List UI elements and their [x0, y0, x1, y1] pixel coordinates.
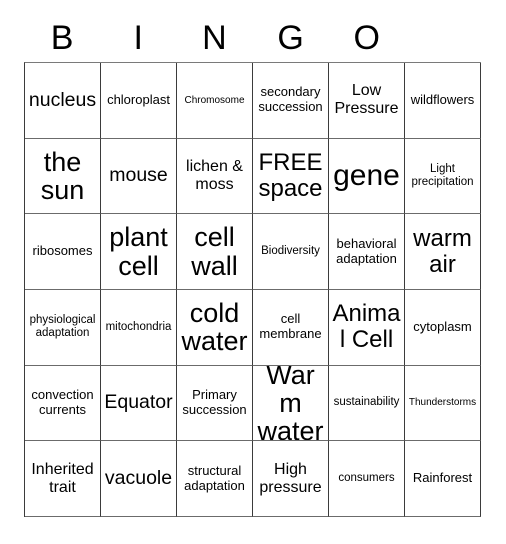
header-letter-n: N — [202, 19, 227, 57]
bingo-cell-label: structural adaptation — [184, 462, 245, 493]
bingo-cell-label: cold water — [181, 298, 248, 357]
bingo-cell-label: consumers — [338, 472, 395, 485]
bingo-cell-label: Chromosome — [184, 94, 245, 106]
bingo-cell[interactable]: Primary succession — [177, 365, 253, 442]
bingo-cell-label: convection currents — [31, 387, 94, 418]
bingo-cell-label: Biodiversity — [261, 245, 320, 258]
bingo-header-letters: B I N G O — [24, 14, 481, 62]
bingo-cell[interactable]: physiological adaptation — [25, 290, 101, 366]
bingo-cell-label: cell wall — [191, 222, 238, 281]
bingo-cell-label: vacuole — [104, 466, 173, 489]
bingo-cell-label: ribosomes — [32, 243, 93, 259]
bingo-cell-label: Thunderstorms — [408, 397, 477, 409]
bingo-cell[interactable]: cell wall — [177, 214, 253, 291]
bingo-cell-label: Low Pressure — [334, 82, 399, 118]
bingo-cell[interactable]: convection currents — [25, 365, 101, 442]
bingo-cell[interactable]: consumers — [329, 441, 405, 518]
bingo-cell[interactable]: Rainforest — [405, 441, 481, 518]
bingo-cell[interactable]: sustainability — [329, 365, 405, 442]
bingo-cell-label: chloroplast — [107, 91, 170, 107]
bingo-cell[interactable]: Equator — [101, 365, 177, 442]
bingo-cell[interactable]: Inherited trait — [25, 441, 101, 518]
bingo-cell-label: wildflowers — [410, 91, 475, 107]
bingo-cell-label: lichen & moss — [186, 158, 243, 193]
header-letter-i: I — [133, 19, 143, 57]
bingo-grid: nucleus chloroplast Chromosome secondary su… — [24, 62, 481, 518]
bingo-cell[interactable]: the sun — [25, 138, 101, 215]
bingo-cell[interactable]: High pressure — [253, 441, 329, 518]
bingo-cell-label: Rainforest — [412, 470, 473, 486]
bingo-cell[interactable]: lichen & moss — [177, 138, 253, 215]
bingo-cell[interactable]: Animal Cell — [329, 290, 405, 366]
bingo-row: Inherited trait vacuole structural adaptat… — [25, 441, 481, 518]
bingo-cell-label: cell membrane — [259, 311, 322, 342]
bingo-cell-label: mitochondria — [105, 320, 172, 333]
bingo-cell-label: the sun — [40, 146, 85, 205]
bingo-cell-label: mouse — [109, 164, 168, 187]
bingo-cell-label: cytoplasm — [413, 318, 472, 334]
bingo-cell[interactable]: secondary succession — [253, 63, 329, 139]
bingo-cell[interactable]: Light precipitation — [405, 138, 481, 215]
bingo-cell[interactable]: nucleus — [25, 63, 101, 139]
bingo-row: convection currents Equator Primary succes… — [25, 365, 481, 442]
bingo-cell[interactable]: cold water — [177, 290, 253, 366]
bingo-cell[interactable]: mouse — [101, 138, 177, 215]
bingo-cell-label: sustainability — [333, 396, 400, 409]
bingo-free-space-cell[interactable]: FREE space — [253, 138, 329, 215]
bingo-card: B I N G O nucleus chloroplast Chromosome se… — [0, 0, 506, 544]
bingo-cell-label: behavioral adaptation — [336, 235, 397, 266]
bingo-cell-label: secondary succession — [258, 84, 323, 115]
bingo-cell[interactable]: structural adaptation — [177, 441, 253, 518]
bingo-cell[interactable]: chloroplast — [101, 63, 177, 139]
bingo-cell[interactable]: plant cell — [101, 214, 177, 291]
bingo-cell[interactable]: cell membrane — [253, 290, 329, 366]
bingo-cell[interactable]: vacuole — [101, 441, 177, 518]
bingo-cell-label: plant cell — [109, 222, 168, 281]
bingo-cell-label: physiological adaptation — [29, 314, 96, 340]
bingo-cell-label: High pressure — [259, 460, 322, 496]
bingo-cell[interactable]: Warm water — [253, 365, 329, 442]
bingo-cell[interactable]: Chromosome — [177, 63, 253, 139]
bingo-cell-label: gene — [333, 158, 400, 192]
header-letter-g: G — [277, 19, 304, 57]
header-letter-o: O — [353, 19, 380, 57]
header-letter-b: B — [50, 19, 74, 57]
bingo-cell-label: FREE space — [258, 149, 323, 202]
bingo-cell[interactable]: ribosomes — [25, 214, 101, 291]
bingo-cell[interactable]: Biodiversity — [253, 214, 329, 291]
bingo-cell[interactable]: cytoplasm — [405, 290, 481, 366]
bingo-cell[interactable]: mitochondria — [101, 290, 177, 366]
bingo-cell-label: Warm water — [257, 365, 324, 442]
bingo-cell-label: Primary succession — [182, 387, 247, 418]
bingo-cell-label: Light precipitation — [411, 162, 474, 188]
bingo-cell-label: Animal Cell — [332, 300, 401, 354]
bingo-cell[interactable]: Low Pressure — [329, 63, 405, 139]
bingo-cell-label: Inherited trait — [31, 460, 94, 496]
bingo-row: the sun mouse lichen & moss FREE space gene L… — [25, 138, 481, 215]
bingo-cell[interactable]: warm air — [405, 214, 481, 291]
bingo-cell[interactable]: gene — [329, 138, 405, 215]
bingo-row: ribosomes plant cell cell wall Biodiversity… — [25, 214, 481, 291]
bingo-cell-label: warm air — [413, 224, 472, 278]
bingo-cell-label: nucleus — [28, 88, 97, 111]
bingo-row: nucleus chloroplast Chromosome secondary su… — [25, 63, 481, 139]
bingo-cell[interactable]: wildflowers — [405, 63, 481, 139]
bingo-row: physiological adaptation mitochondria cold… — [25, 290, 481, 366]
bingo-cell[interactable]: behavioral adaptation — [329, 214, 405, 291]
bingo-cell[interactable]: Thunderstorms — [405, 365, 481, 442]
bingo-cell-label: Equator — [104, 391, 173, 414]
